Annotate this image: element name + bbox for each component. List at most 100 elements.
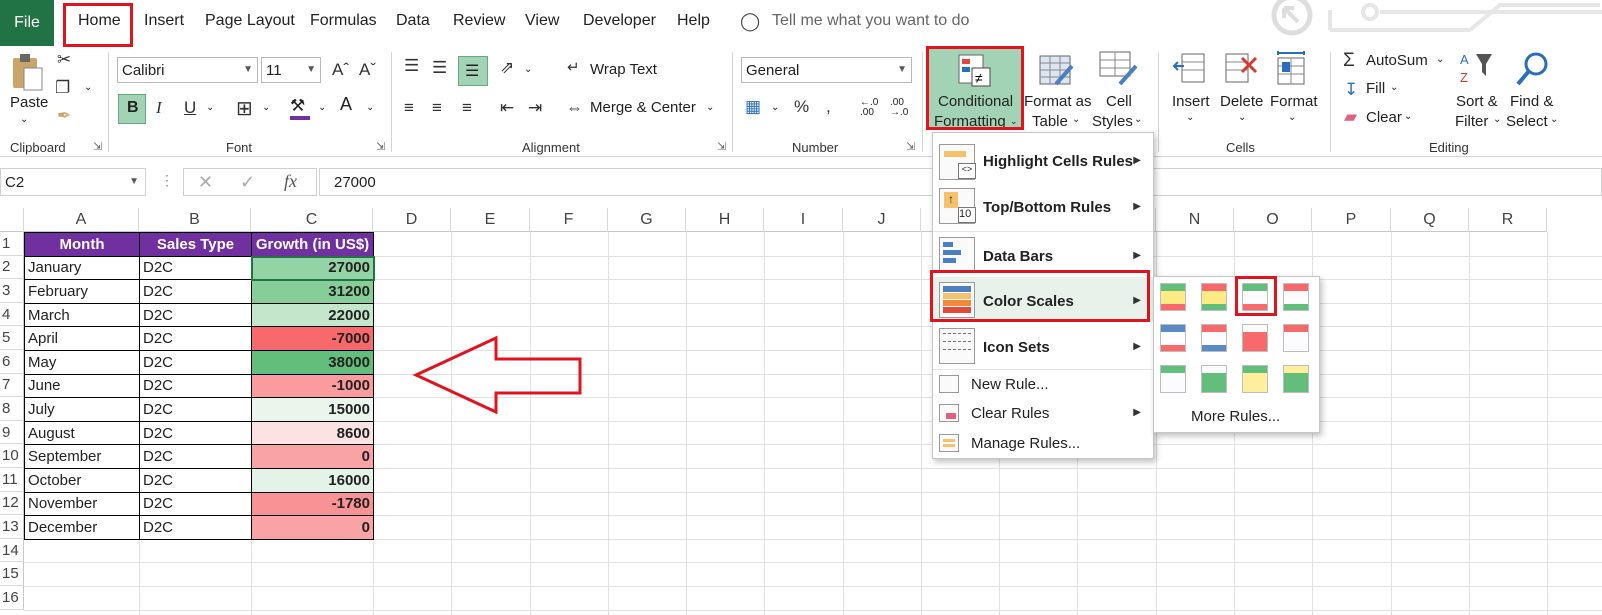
number-format-select[interactable]: General ▼	[741, 57, 912, 83]
copy-icon[interactable]: ❐	[55, 78, 70, 98]
chevron-down-icon[interactable]: ⌄	[524, 64, 532, 75]
column-header[interactable]: I	[764, 208, 843, 232]
font-size-select[interactable]: 11 ▼	[261, 57, 321, 83]
eraser-icon[interactable]: ▰	[1344, 107, 1357, 127]
chevron-down-icon[interactable]: ⌄	[318, 102, 326, 113]
cut-icon[interactable]: ✂	[57, 50, 71, 70]
insert-function-icon[interactable]: fx	[284, 171, 297, 192]
column-header[interactable]: N	[1156, 208, 1234, 232]
dialog-launcher-icon[interactable]: ⇲	[906, 140, 915, 153]
chevron-down-icon[interactable]: ⌄	[262, 102, 270, 113]
more-rules-link[interactable]: More Rules...	[1191, 408, 1280, 425]
align-middle-icon[interactable]: ☰	[432, 58, 447, 78]
menu-item-clear-rules[interactable]: Clear Rules ▶	[933, 399, 1153, 428]
chevron-down-icon[interactable]: ⌄	[1134, 114, 1142, 125]
format-as-table-line2[interactable]: Table	[1032, 113, 1068, 130]
row-header[interactable]: 14	[0, 538, 24, 563]
sort-filter-line2[interactable]: Filter	[1455, 113, 1488, 130]
menu-item-data-bars[interactable]: Data Bars ▶	[933, 231, 1153, 276]
row-header[interactable]: 6	[0, 350, 24, 374]
menu-item-color-scales[interactable]: Color Scales ▶	[933, 277, 1153, 321]
conditional-formatting-button[interactable]: ≠ Conditional Formatting ⌄	[928, 48, 1022, 130]
table-cell-month[interactable]: August	[24, 420, 140, 446]
tab-file[interactable]: File	[0, 0, 54, 46]
format-cells-icon[interactable]	[1274, 50, 1310, 86]
table-cell-growth[interactable]: 16000	[251, 468, 374, 493]
color-scale-option[interactable]	[1201, 365, 1227, 393]
bold-button[interactable]: B	[118, 94, 146, 124]
insert-button[interactable]: Insert	[1172, 93, 1210, 110]
cell-styles-icon[interactable]	[1098, 50, 1138, 86]
chevron-down-icon[interactable]: ⌄	[1390, 82, 1398, 93]
column-header[interactable]: E	[451, 208, 530, 232]
row-header[interactable]: 10	[0, 444, 24, 468]
cancel-icon[interactable]: ✕	[198, 172, 213, 193]
row-header[interactable]: 2	[0, 255, 24, 280]
column-header[interactable]: F	[530, 208, 608, 232]
tab-insert[interactable]: Insert	[144, 12, 184, 30]
tab-formulas[interactable]: Formulas	[310, 12, 377, 30]
underline-icon[interactable]: U	[184, 98, 196, 118]
chevron-down-icon[interactable]: ⌄	[1186, 112, 1194, 123]
table-cell-sales-type[interactable]: D2C	[139, 373, 252, 399]
table-cell-sales-type[interactable]: D2C	[139, 420, 252, 446]
tab-data[interactable]: Data	[396, 12, 430, 30]
chevron-down-icon[interactable]: ⌄	[20, 114, 28, 125]
color-scale-option[interactable]	[1283, 365, 1309, 393]
paste-button[interactable]: Paste	[10, 94, 48, 111]
tab-review[interactable]: Review	[453, 12, 505, 30]
increase-decimal-icon[interactable]: ←.0.00	[860, 98, 878, 118]
color-scale-option[interactable]	[1242, 365, 1268, 393]
enter-check-icon[interactable]: ✓	[240, 172, 255, 193]
table-cell-sales-type[interactable]: D2C	[139, 515, 252, 540]
table-cell-month[interactable]: October	[24, 468, 140, 493]
table-cell-month[interactable]: June	[24, 373, 140, 399]
wrap-text-button[interactable]: Wrap Text	[590, 61, 657, 78]
table-cell-sales-type[interactable]: D2C	[139, 397, 252, 422]
table-cell-growth[interactable]: 0	[251, 515, 374, 540]
accounting-format-icon[interactable]: ▦	[745, 97, 761, 117]
table-cell-growth[interactable]: 0	[251, 444, 374, 469]
table-cell-sales-type[interactable]: D2C	[139, 302, 252, 328]
column-header[interactable]: C	[251, 208, 373, 232]
row-header[interactable]: 4	[0, 302, 24, 327]
tab-developer[interactable]: Developer	[583, 12, 656, 30]
color-scale-option[interactable]	[1160, 365, 1186, 393]
table-cell-month[interactable]: May	[24, 350, 140, 375]
column-header[interactable]: H	[686, 208, 764, 232]
row-header[interactable]: 12	[0, 491, 24, 516]
column-header[interactable]: B	[139, 208, 251, 232]
row-header[interactable]: 3	[0, 279, 24, 303]
row-header[interactable]: 1	[0, 232, 24, 256]
chevron-down-icon[interactable]: ⌄	[366, 102, 374, 113]
color-scale-option[interactable]	[1242, 324, 1268, 352]
tab-view[interactable]: View	[525, 12, 559, 30]
table-cell-sales-type[interactable]: D2C	[139, 350, 252, 375]
dialog-launcher-icon[interactable]: ⇲	[376, 140, 385, 153]
autosum-icon[interactable]: Σ	[1343, 50, 1355, 72]
chevron-down-icon[interactable]: ⌄	[206, 102, 214, 113]
table-cell-sales-type[interactable]: D2C	[139, 279, 252, 304]
insert-cells-icon[interactable]	[1172, 52, 1206, 86]
align-left-icon[interactable]: ≡	[404, 98, 414, 118]
find-select-line1[interactable]: Find &	[1510, 93, 1553, 110]
chevron-down-icon[interactable]: ⌄	[1238, 112, 1246, 123]
find-select-line2[interactable]: Select	[1506, 113, 1548, 130]
fill-down-icon[interactable]: ↧	[1344, 80, 1358, 100]
color-scale-option[interactable]	[1201, 324, 1227, 352]
autosum-button[interactable]: AutoSum	[1366, 52, 1428, 69]
row-header[interactable]: 13	[0, 515, 24, 539]
chevron-down-icon[interactable]: ⌄	[1072, 114, 1080, 125]
tell-me-input[interactable]: Tell me what you want to do	[772, 12, 969, 30]
color-scale-option[interactable]	[1283, 324, 1309, 352]
table-cell-growth[interactable]: 8600	[251, 420, 374, 446]
menu-item-new-rule[interactable]: New Rule...	[933, 369, 1153, 399]
paste-icon[interactable]	[10, 52, 44, 92]
column-header[interactable]: Q	[1391, 208, 1469, 232]
decrease-indent-icon[interactable]: ⇤	[500, 98, 514, 118]
row-header[interactable]: 15	[0, 562, 24, 586]
table-cell-sales-type[interactable]: D2C	[139, 491, 252, 517]
decrease-font-icon[interactable]: Aˇ	[359, 60, 376, 80]
chevron-down-icon[interactable]: ⌄	[84, 82, 92, 93]
select-all-corner[interactable]	[0, 208, 24, 232]
